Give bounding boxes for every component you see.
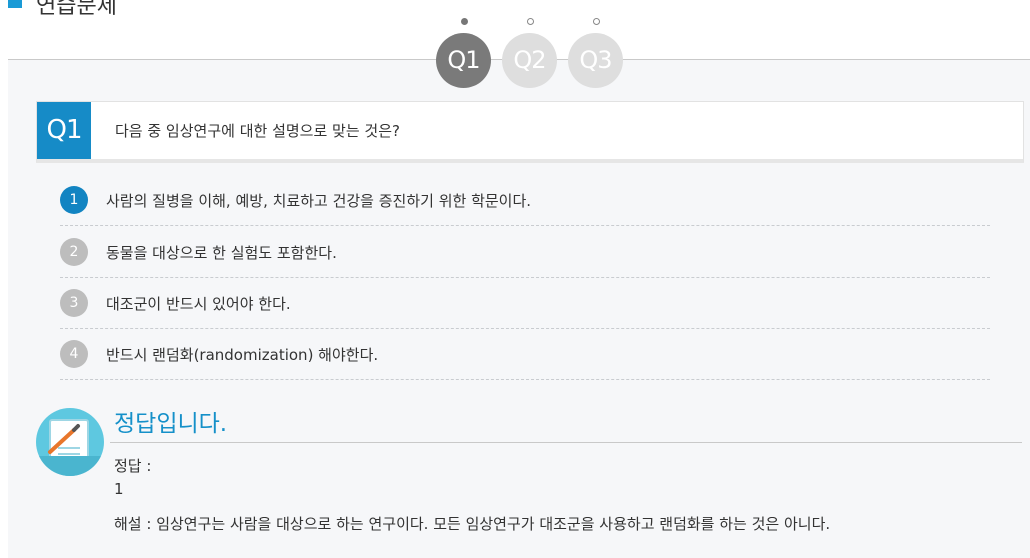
option-number: 2 <box>60 238 88 266</box>
option-label: 동물을 대상으로 한 실험도 포함한다. <box>106 244 337 262</box>
answer-option-2[interactable]: 2 동물을 대상으로 한 실험도 포함한다. <box>60 226 990 278</box>
result-title: 정답입니다. <box>114 411 228 437</box>
nav-indicator-dot <box>460 18 468 25</box>
question-nav-label: Q3 <box>568 33 623 88</box>
question-nav-q1[interactable]: Q1 <box>436 18 492 88</box>
option-number: 4 <box>60 340 88 368</box>
nav-indicator-dot <box>526 18 534 25</box>
question-box: Q1 다음 중 임상연구에 대한 설명으로 맞는 것은? <box>36 101 1024 163</box>
question-navigator: Q1 Q2 Q3 <box>436 18 636 90</box>
answer-option-4[interactable]: 4 반드시 랜덤화(randomization) 해야한다. <box>60 328 990 380</box>
option-label: 반드시 랜덤화(randomization) 해야한다. <box>106 346 379 364</box>
correct-answer-icon <box>36 408 104 476</box>
answer-value: 1 <box>114 480 124 498</box>
answer-option-3[interactable]: 3 대조군이 반드시 있어야 한다. <box>60 277 990 329</box>
question-number-badge: Q1 <box>37 102 91 159</box>
result-divider <box>110 442 1022 443</box>
answer-explanation: 해설 : 임상연구는 사람을 대상으로 하는 연구이다. 모든 임상연구가 대조… <box>114 515 831 533</box>
header-marker-icon <box>8 0 22 8</box>
page-title: 연습문제 <box>36 0 117 19</box>
answer-option-1[interactable]: 1 사람의 질병을 이해, 예방, 치료하고 건강을 증진하기 위한 학문이다. <box>60 174 990 226</box>
answer-label: 정답 : <box>114 457 152 475</box>
option-number: 1 <box>60 186 88 214</box>
question-text: 다음 중 임상연구에 대한 설명으로 맞는 것은? <box>115 122 400 140</box>
question-nav-q2[interactable]: Q2 <box>502 18 558 88</box>
question-nav-label: Q2 <box>502 33 557 88</box>
question-nav-label: Q1 <box>436 33 491 88</box>
option-label: 대조군이 반드시 있어야 한다. <box>106 295 291 313</box>
question-nav-q3[interactable]: Q3 <box>568 18 624 88</box>
option-number: 3 <box>60 289 88 317</box>
nav-indicator-dot <box>592 18 600 25</box>
option-label: 사람의 질병을 이해, 예방, 치료하고 건강을 증진하기 위한 학문이다. <box>106 192 532 210</box>
